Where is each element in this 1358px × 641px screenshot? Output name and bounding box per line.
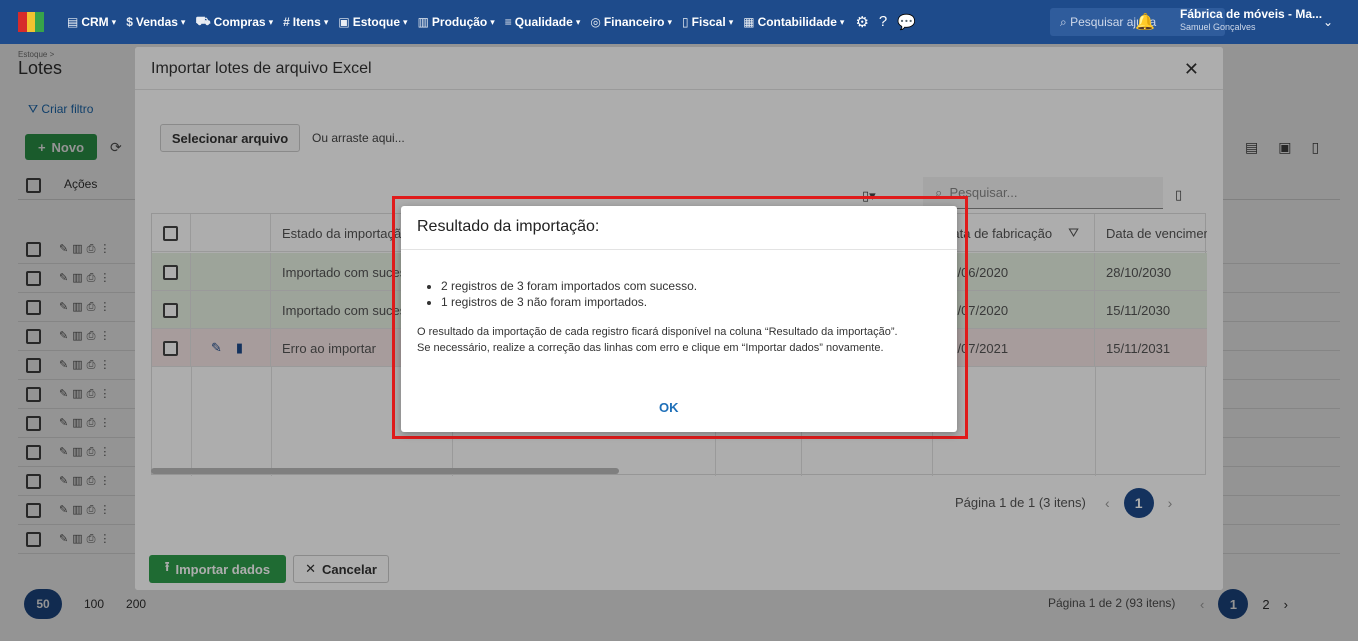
- menu-item-vendas[interactable]: $ Vendas ▾: [121, 15, 190, 29]
- chat-icon[interactable]: 💬: [897, 13, 916, 31]
- company-switcher[interactable]: Fábrica de móveis - Ma... Samuel Gonçalv…: [1180, 8, 1322, 34]
- chevron-down-icon: ▾: [667, 16, 673, 27]
- menu-item-financeiro[interactable]: ◎ Financeiro ▾: [585, 15, 677, 29]
- receipt-icon: ▯: [682, 15, 689, 29]
- menu-item-compras[interactable]: ⛟ Compras ▾: [190, 14, 278, 30]
- chevron-down-icon: ▾: [728, 16, 734, 27]
- box-icon: ▣: [338, 15, 350, 29]
- cart-icon: ⛟: [195, 14, 211, 28]
- menu-item-crm[interactable]: ▤ CRM ▾: [62, 15, 121, 29]
- dialog-title: Resultado da importação:: [417, 218, 600, 235]
- main-menu: ▤ CRM ▾ $ Vendas ▾ ⛟ Compras ▾ # Itens ▾ ▣ Estoqu…: [62, 13, 916, 31]
- chevron-down-icon: ▾: [403, 16, 408, 27]
- checklist-icon: ≡: [504, 15, 512, 29]
- import-result-dialog: Resultado da importação: 2 registros de …: [401, 206, 957, 432]
- chevron-down-icon: ▾: [111, 16, 117, 27]
- tag-icon: #: [283, 15, 290, 29]
- menu-item-qualidade[interactable]: ≡ Qualidade ▾: [500, 15, 586, 29]
- menu-item-fiscal[interactable]: ▯ Fiscal ▾: [677, 15, 738, 29]
- chevron-down-icon: ▾: [839, 16, 845, 27]
- user-name: Samuel Gonçalves: [1180, 22, 1256, 32]
- company-name: Fábrica de móveis - Ma...: [1180, 7, 1323, 21]
- chevron-down-icon: ▾: [268, 16, 274, 27]
- divider: [401, 249, 957, 250]
- result-list: 2 registros de 3 foram importados com su…: [441, 278, 697, 310]
- menu-item-estoque[interactable]: ▣ Estoque ▾: [333, 15, 412, 29]
- money-icon: ◎: [590, 15, 601, 29]
- chevron-down-icon: ▾: [323, 16, 329, 27]
- factory-icon: ▥: [417, 15, 429, 29]
- ok-button[interactable]: OK: [659, 400, 679, 415]
- chevron-down-icon[interactable]: ⌄: [1323, 15, 1333, 29]
- dollar-icon: $: [126, 15, 133, 29]
- chevron-down-icon: ▾: [490, 16, 495, 27]
- crm-icon: ▤: [67, 15, 79, 29]
- ledger-icon: ▦: [743, 15, 755, 29]
- menu-item-itens[interactable]: # Itens ▾: [278, 15, 333, 29]
- menu-item-contabilidade[interactable]: ▦ Contabilidade ▾: [738, 15, 849, 29]
- top-navigation-bar: ▤ CRM ▾ $ Vendas ▾ ⛟ Compras ▾ # Itens ▾ ▣ Estoqu…: [0, 0, 1358, 44]
- chevron-down-icon: ▾: [575, 16, 581, 27]
- result-note: O resultado da importação de cada regist…: [417, 326, 898, 354]
- menu-item-producao[interactable]: ▥ Produção ▾: [413, 15, 500, 29]
- bell-icon[interactable]: 🔔: [1135, 12, 1155, 32]
- help-icon[interactable]: ?: [879, 13, 887, 31]
- result-item-success: 2 registros de 3 foram importados com su…: [441, 278, 697, 294]
- app-logo[interactable]: [18, 12, 45, 32]
- chevron-down-icon: ▾: [180, 16, 186, 27]
- gear-icon[interactable]: ⚙: [855, 13, 868, 31]
- search-icon: ⌕: [1060, 14, 1071, 29]
- result-item-failed: 1 registros de 3 não foram importados.: [441, 294, 697, 310]
